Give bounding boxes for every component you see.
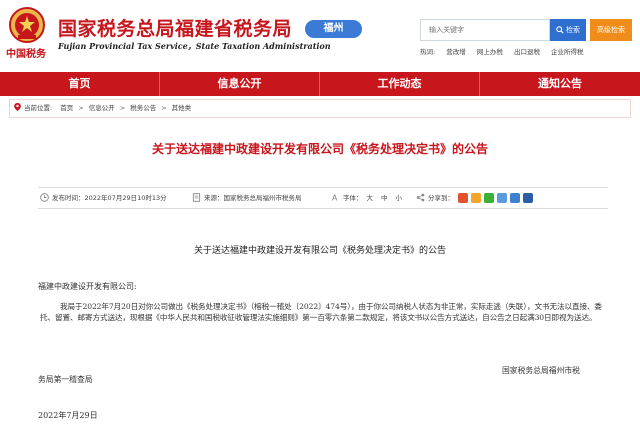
breadcrumb-label: 当前位置: (24, 104, 53, 112)
breadcrumb-item[interactable]: 其他类 (172, 104, 192, 112)
breadcrumb-separator: > (161, 104, 167, 112)
nav-item-work-news[interactable]: 工作动态 (320, 72, 480, 96)
nav-item-home[interactable]: 首页 (0, 72, 160, 96)
site-subtitle: Fujian Provincial Tax Service，State Taxa… (58, 41, 331, 51)
document-icon (192, 193, 201, 202)
publish-time-group: 发布时间：2022年07月29日10时13分 (40, 188, 167, 208)
advanced-search-button[interactable]: 高级检索 (590, 19, 632, 41)
hotword-link[interactable]: 企业所得税 (551, 48, 584, 56)
search-button[interactable]: 检索 (550, 19, 586, 41)
site-header: 中国税务 国家税务总局福建省税务局 Fujian Provincial Tax … (0, 0, 640, 70)
breadcrumb: 当前位置: 首页 > 信息公开 > 税务公告 > 其他类 (9, 99, 631, 118)
document-title: 关于送达福建中政建设开发有限公司《税务处理决定书》的公告 (193, 246, 446, 256)
hotwords-label: 热词: (420, 48, 436, 56)
document-issuer-line1: 国家税务总局福州市税 (502, 366, 580, 375)
breadcrumb-separator: > (119, 104, 126, 112)
main-nav: 首页 信息公开 工作动态 通知公告 (0, 72, 640, 96)
breadcrumb-separator: > (78, 104, 84, 112)
tax-emblem-icon (9, 7, 45, 43)
location-icon (14, 103, 21, 111)
share-qq-icon[interactable] (510, 193, 520, 203)
breadcrumb-item[interactable]: 信息公开 (89, 104, 115, 112)
nav-item-notices[interactable]: 通知公告 (480, 72, 640, 96)
share-renren-icon[interactable] (523, 193, 533, 203)
share-tencent-weibo-icon[interactable] (497, 193, 507, 203)
search-input[interactable] (420, 19, 550, 41)
hotword-link[interactable]: 网上办税 (477, 48, 503, 56)
nav-item-info-disclosure[interactable]: 信息公开 (160, 72, 320, 96)
clock-icon (40, 193, 49, 202)
document-paragraph: 我局于2022年7月20日对你公司做出《税务处理决定书》（榕税一稽处〔2022〕… (40, 302, 602, 322)
share-wechat-icon[interactable] (484, 193, 494, 203)
font-label: 字体： (343, 194, 363, 202)
document-date: 2022年7月29日 (38, 411, 98, 420)
publish-time: 2022年07月29日10时13分 (84, 194, 167, 202)
share-qzone-icon[interactable] (471, 193, 481, 203)
source-value: 国家税务总局福州市税务局 (223, 194, 302, 202)
font-size-large[interactable]: 大 (367, 194, 374, 202)
font-size-group: A 字体： 大中小 (331, 188, 406, 208)
font-size-icon: A (332, 193, 338, 202)
share-label: 分享到： (428, 194, 454, 202)
site-title[interactable]: 国家税务总局福建省税务局 (58, 14, 292, 41)
article-meta-bar: 发布时间：2022年07月29日10时13分 来源：国家税务总局福州市税务局 A… (38, 187, 608, 209)
document-salutation: 福建中政建设开发有限公司: (38, 282, 137, 291)
source-label: 来源： (204, 194, 224, 202)
search-icon (556, 26, 564, 34)
search-button-label: 检索 (566, 26, 580, 34)
hotword-link[interactable]: 出口退税 (514, 48, 540, 56)
hotwords-row: 热词: 营改增 网上办税 出口退税 企业所得税 (420, 46, 593, 56)
article-title: 关于送达福建中政建设开发有限公司《税务处理决定书》的公告 (151, 142, 488, 156)
breadcrumb-item[interactable]: 税务公告 (130, 104, 156, 112)
city-badge[interactable]: 福州 (305, 20, 362, 38)
share-weibo-icon[interactable] (458, 193, 468, 203)
svg-text:A: A (332, 193, 338, 202)
hotword-link[interactable]: 营改增 (446, 48, 466, 56)
brand-logo-text: 中国税务 (6, 49, 46, 60)
breadcrumb-item[interactable]: 首页 (60, 104, 73, 112)
font-size-small[interactable]: 小 (396, 194, 403, 202)
document-issuer-line2: 务局第一稽查局 (38, 375, 93, 384)
source-group: 来源：国家税务总局福州市税务局 (192, 188, 302, 208)
share-icon (416, 193, 425, 202)
publish-label: 发布时间： (52, 194, 85, 202)
font-size-medium[interactable]: 中 (381, 194, 388, 202)
share-group: 分享到： (416, 188, 454, 208)
